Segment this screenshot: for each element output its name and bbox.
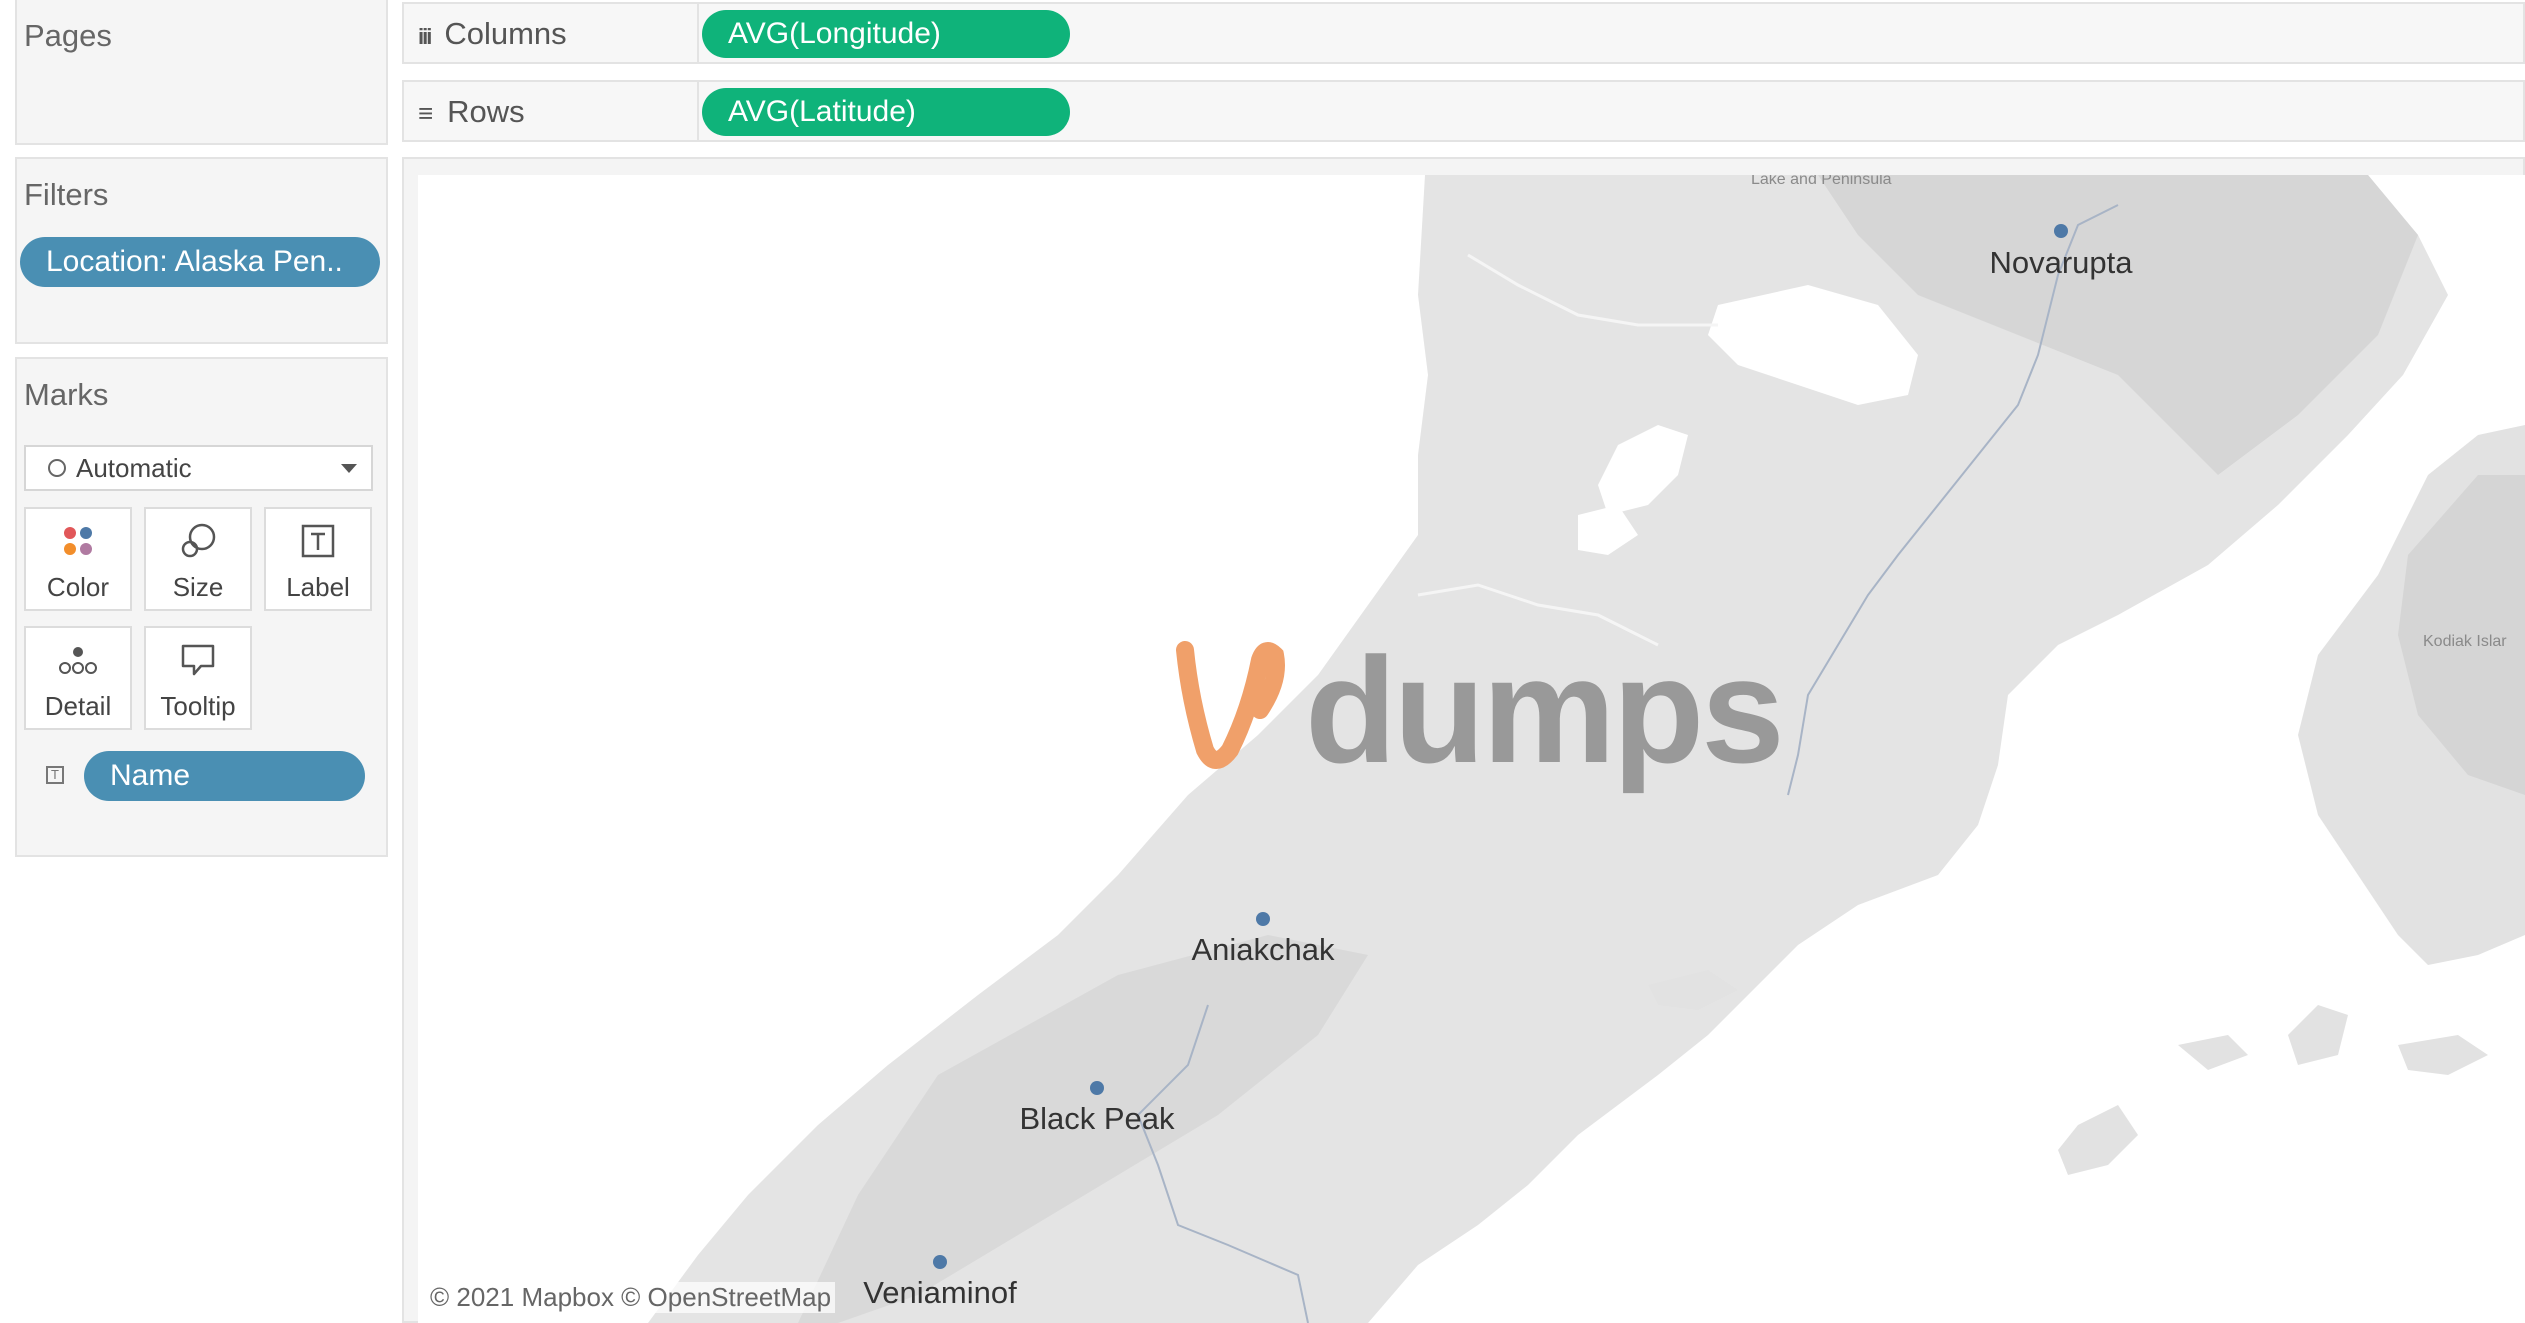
map-point[interactable] <box>1090 1081 1104 1095</box>
map-point[interactable] <box>933 1255 947 1269</box>
filters-card: Filters Location: Alaska Pen.. <box>15 157 388 344</box>
rows-pill-latitude[interactable]: AVG(Latitude) <box>702 88 1070 136</box>
filter-pill-location[interactable]: Location: Alaska Pen.. <box>20 237 380 287</box>
rows-label-text: Rows <box>447 94 525 129</box>
map-point-label: Aniakchak <box>1191 932 1335 967</box>
marks-label-button[interactable]: Label <box>264 507 372 611</box>
watermark-logo-icon <box>1176 641 1285 769</box>
rows-icon: ≡ <box>418 98 434 128</box>
color-label: Color <box>46 572 110 602</box>
map-region-label: Lake and Peninsula <box>1751 175 1892 188</box>
rows-shelf[interactable]: ≡ Rows AVG(Latitude) <box>402 80 2525 142</box>
filter-pill-label: Location: Alaska Pen.. <box>46 245 343 278</box>
filters-title: Filters <box>24 177 109 212</box>
map-point[interactable] <box>2054 224 2068 238</box>
marks-card: Marks Automatic Color Size Label Detail … <box>15 357 388 857</box>
marks-color-button[interactable]: Color <box>24 507 132 611</box>
pages-title: Pages <box>24 18 112 53</box>
detail-icon <box>26 638 130 682</box>
columns-pill-longitude[interactable]: AVG(Longitude) <box>702 10 1070 58</box>
field-pill-label: Name <box>110 759 191 792</box>
columns-icon: iii <box>418 24 432 49</box>
columns-label-text: Columns <box>444 16 567 51</box>
shelf-divider <box>697 4 699 62</box>
map-point-label: Veniaminof <box>863 1275 1017 1310</box>
text-mark-icon: T <box>46 766 64 784</box>
chevron-down-icon <box>341 464 357 473</box>
island-2 <box>2288 1005 2348 1065</box>
circle-mark-icon <box>48 459 66 477</box>
shelf-divider <box>697 82 699 140</box>
mark-type-value: Automatic <box>76 452 192 483</box>
label-label: Label <box>286 572 350 602</box>
island-5 <box>2398 1035 2488 1075</box>
map-region-label: Kodiak Islar <box>2423 633 2507 650</box>
marks-size-button[interactable]: Size <box>144 507 252 611</box>
map-point-label: Black Peak <box>1019 1101 1175 1136</box>
size-label: Size <box>172 572 224 602</box>
island-4 <box>2058 1105 2138 1175</box>
color-icon <box>26 519 130 563</box>
columns-shelf[interactable]: iii Columns AVG(Longitude) <box>402 2 2525 64</box>
label-icon <box>266 519 370 563</box>
marks-detail-button[interactable]: Detail <box>24 626 132 730</box>
map-attribution: © 2021 Mapbox © OpenStreetMap <box>426 1282 836 1313</box>
pages-card: Pages <box>15 0 388 145</box>
columns-shelf-label: iii Columns <box>418 16 567 52</box>
detail-label: Detail <box>44 691 112 721</box>
watermark: dumps <box>1175 635 1785 785</box>
marks-tooltip-button[interactable]: Tooltip <box>144 626 252 730</box>
marks-title: Marks <box>24 377 109 412</box>
columns-pill-label: AVG(Longitude) <box>728 17 941 50</box>
tooltip-label: Tooltip <box>160 691 236 721</box>
island-3 <box>2178 1035 2248 1070</box>
mark-type-dropdown[interactable]: Automatic <box>24 445 373 491</box>
map-point[interactable] <box>1256 912 1270 926</box>
rows-pill-label: AVG(Latitude) <box>728 95 916 128</box>
size-icon <box>146 519 250 563</box>
tooltip-icon <box>146 638 250 682</box>
marks-field-pill-name[interactable]: Name <box>84 751 365 801</box>
rows-shelf-label: ≡ Rows <box>418 94 525 130</box>
watermark-text: dumps <box>1305 626 1785 794</box>
map-point-label: Novarupta <box>1989 245 2133 280</box>
